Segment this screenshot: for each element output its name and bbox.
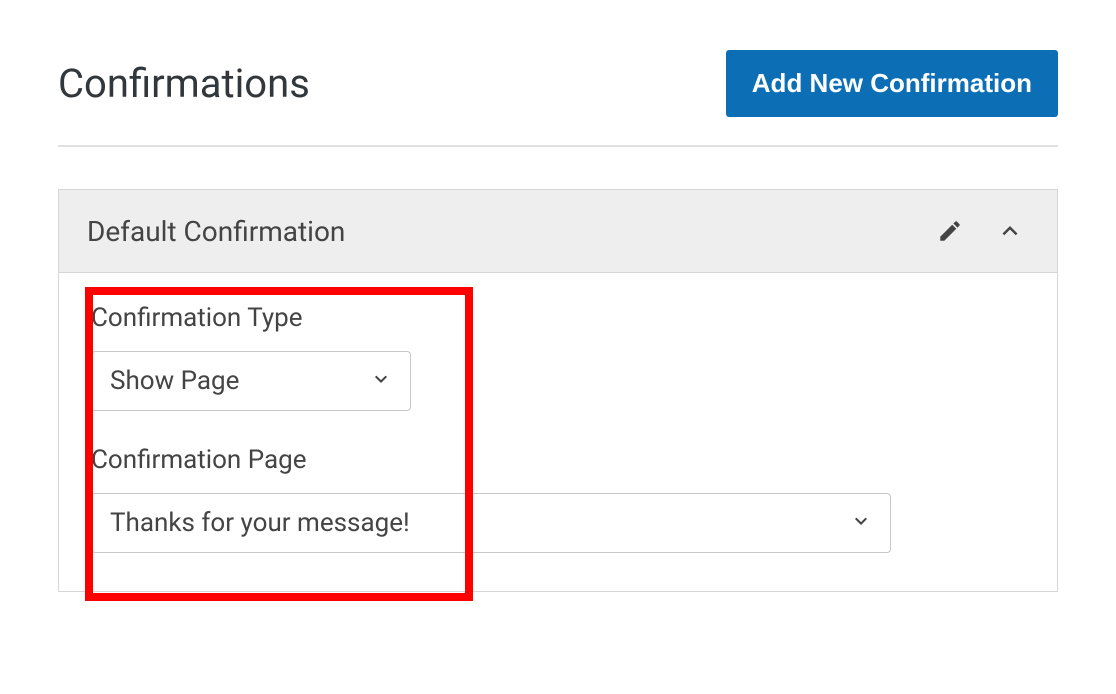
panel-header[interactable]: Default Confirmation: [59, 190, 1057, 273]
divider: [58, 145, 1058, 147]
pencil-icon: [937, 218, 963, 244]
confirmation-page-label: Confirmation Page: [91, 445, 1025, 475]
confirmation-panel: Default Confirmation Confirmation Type S…: [58, 189, 1058, 592]
confirmation-page-group: Confirmation Page Thanks for your messag…: [91, 445, 1025, 553]
confirmation-page-select[interactable]: Thanks for your message!: [91, 493, 891, 553]
panel-title: Default Confirmation: [87, 215, 345, 248]
panel-body: Confirmation Type Show Page Confirmation…: [59, 273, 1057, 591]
confirmation-page-select-wrap: Thanks for your message!: [91, 493, 891, 553]
panel-actions: [933, 212, 1029, 250]
confirmation-type-select-wrap: Show Page: [91, 351, 411, 411]
page-title: Confirmations: [58, 60, 310, 107]
edit-button[interactable]: [933, 214, 967, 248]
add-new-confirmation-button[interactable]: Add New Confirmation: [726, 50, 1058, 117]
header-row: Confirmations Add New Confirmation: [58, 50, 1058, 117]
confirmation-type-group: Confirmation Type Show Page: [91, 303, 1025, 411]
collapse-button[interactable]: [991, 212, 1029, 250]
confirmation-type-select[interactable]: Show Page: [91, 351, 411, 411]
confirmation-type-label: Confirmation Type: [91, 303, 1025, 333]
chevron-up-icon: [995, 216, 1025, 246]
